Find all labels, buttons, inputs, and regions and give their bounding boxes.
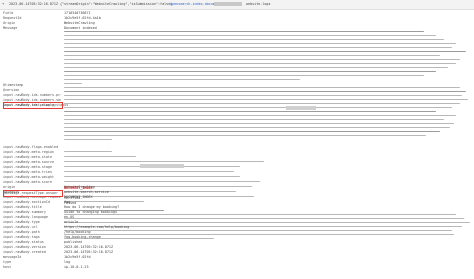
message-text-line xyxy=(64,47,452,49)
message-text-line xyxy=(64,151,112,153)
field-label: input.rawBody.status xyxy=(3,240,44,244)
message-text-line xyxy=(64,181,260,183)
message-text-line xyxy=(64,39,444,41)
redacted-block xyxy=(140,164,184,168)
highlight-box xyxy=(3,190,63,197)
field-value: 1b2c9e5f-02fd xyxy=(64,255,91,259)
message-text-line xyxy=(64,123,454,125)
message-text-line xyxy=(64,131,440,133)
message-text-line xyxy=(64,222,470,224)
field-label: @version xyxy=(3,88,20,92)
field-value: WebsiteCrawling xyxy=(64,21,95,25)
status-value: Verified xyxy=(64,196,81,200)
message-text-line xyxy=(64,83,82,85)
message-text-line xyxy=(64,234,454,236)
field-label: type xyxy=(3,260,12,264)
message-text-line xyxy=(64,71,436,73)
redacted-block xyxy=(286,106,316,110)
message-text-line xyxy=(64,59,460,61)
message-text-line xyxy=(64,35,436,37)
message-text-line xyxy=(64,75,424,77)
log-entry-title: 2023-06-14T05:32:16.871Z {"streamOrigin"… xyxy=(9,2,173,6)
field-value: article xyxy=(64,220,79,224)
field-label: RequestId xyxy=(3,16,22,20)
field-label: Message xyxy=(3,26,18,30)
field-value: published xyxy=(64,240,83,244)
field-label: input.rawBody.meta.state xyxy=(3,155,52,159)
message-text-line xyxy=(64,55,440,57)
message-text-line xyxy=(64,43,456,45)
field-label: input.rawBody.meta.region xyxy=(3,150,55,154)
field-value: Document indexed xyxy=(64,26,97,30)
message-text-line xyxy=(64,95,462,97)
field-label: input.rawBody.created xyxy=(3,250,46,254)
field-label: input.rawBody.meta.tries xyxy=(3,170,52,174)
field-value: 2023-06-14T05:32:16.871Z xyxy=(64,245,113,249)
message-text-line xyxy=(64,99,468,101)
status-value: Passed xyxy=(64,201,77,205)
message-text-line xyxy=(64,67,448,69)
message-text-line xyxy=(64,51,466,53)
field-value: 1b2c9e5f-02fd-4a1b xyxy=(64,16,101,20)
message-text-line xyxy=(64,161,264,163)
field-value: How do I change my booking? xyxy=(64,205,120,209)
message-text-line xyxy=(64,63,456,65)
field-value: 1718340736871 xyxy=(64,11,91,15)
field-value: https://example.com/help/booking xyxy=(64,225,130,229)
field-value: Guide to changing bookings xyxy=(64,210,118,214)
highlighted-field-value: DOCUMENT_INDEX xyxy=(64,186,93,190)
field-value: en-US xyxy=(64,215,75,219)
message-text-line xyxy=(64,176,240,178)
field-label: input.rawBody.ids.numbers.primary xyxy=(3,93,61,97)
field-label: input.rawBody.summary xyxy=(3,210,46,214)
message-text-line xyxy=(64,107,452,109)
message-text-line xyxy=(64,135,426,137)
field-label: input.rawBody.meta.stage xyxy=(3,165,52,169)
message-text-line xyxy=(64,214,456,216)
chevron-down-icon[interactable]: ▾ xyxy=(2,1,4,6)
field-value: log xyxy=(64,260,71,264)
field-label: input.rawBody.meta.score xyxy=(3,180,52,184)
message-text-line xyxy=(64,111,436,113)
field-label: host xyxy=(3,265,12,269)
field-label: input.rawBody.path xyxy=(3,230,40,234)
log-group-name: website-logs xyxy=(246,2,271,6)
field-label: input.rawBody.language xyxy=(3,215,48,219)
field-value: website-search-service xyxy=(64,190,109,194)
message-text-line xyxy=(64,156,136,158)
message-text-line xyxy=(64,230,452,232)
message-text-line xyxy=(64,218,464,220)
message-text-line xyxy=(64,119,444,121)
field-value: ip-10-0-1-23 xyxy=(64,265,89,269)
field-label: @timestamp xyxy=(3,83,24,87)
log-entry-header[interactable]: ▾ 2023-06-14T05:32:16.871Z {"streamOrigi… xyxy=(0,0,474,10)
field-label: Origin xyxy=(3,21,16,25)
field-label: Field xyxy=(3,11,14,15)
field-value: /help/booking xyxy=(64,230,91,234)
message-text-line xyxy=(64,127,450,129)
field-label: origin xyxy=(3,185,16,189)
highlight-box xyxy=(3,102,63,109)
field-value: faq,booking,change xyxy=(64,235,101,239)
message-text-line xyxy=(64,139,112,141)
field-label: input.rawBody.sectionId xyxy=(3,200,50,204)
field-value: 2023-06-14T05:32:16.871Z xyxy=(64,250,113,254)
field-label: input.rawBody.tags xyxy=(3,235,40,239)
message-text-line xyxy=(64,31,424,33)
message-text-line xyxy=(64,103,460,105)
message-text-line xyxy=(64,171,234,173)
redacted-block xyxy=(214,2,242,6)
message-text-line xyxy=(64,91,466,93)
field-label: input.rawBody.flags.enabled xyxy=(3,145,59,149)
field-label: input.rawBody.type xyxy=(3,220,40,224)
field-label: input.rawBody.meta.weight xyxy=(3,175,55,179)
field-label: input.rawBody.meta.source xyxy=(3,160,55,164)
message-text-line xyxy=(64,115,456,117)
field-label: input.rawBody.title xyxy=(3,205,42,209)
field-label: input.rawBody.version xyxy=(3,245,46,249)
field-label: messageId xyxy=(3,255,22,259)
field-label: input.rawBody.url xyxy=(3,225,38,229)
message-text-line xyxy=(64,87,460,89)
message-text-line xyxy=(64,79,300,81)
